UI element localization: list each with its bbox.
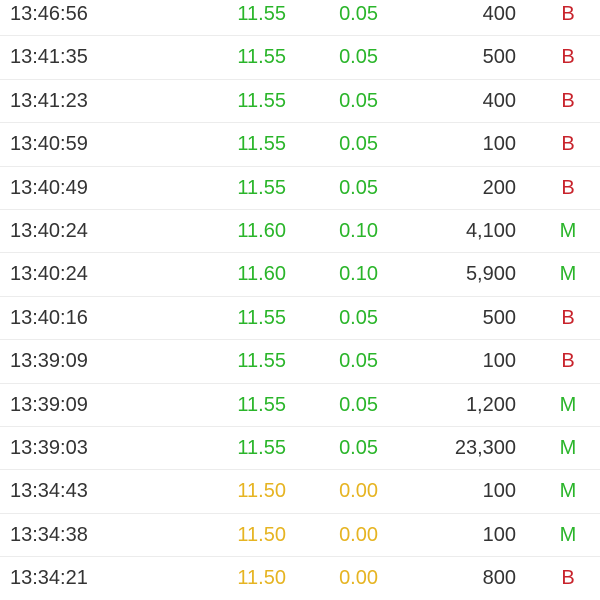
trade-volume: 400	[482, 3, 516, 25]
trade-row[interactable]: 13:40:59 11.55 0.05 100 B	[0, 123, 600, 167]
trade-time: 13:39:09	[10, 350, 88, 373]
trade-change: 0.05	[339, 3, 378, 25]
trade-side-indicator: B	[561, 176, 575, 199]
trade-change: 0.05	[339, 393, 378, 416]
trade-price: 11.50	[237, 523, 286, 546]
trade-row[interactable]: 13:34:38 11.50 0.00 100 M	[0, 514, 600, 558]
trade-time: 13:39:03	[10, 437, 88, 459]
trade-row[interactable]: 13:40:16 11.55 0.05 500 B	[0, 297, 600, 341]
trade-side-indicator: M	[559, 523, 577, 546]
trade-volume: 800	[482, 567, 516, 590]
trade-side-indicator: M	[559, 220, 577, 242]
trade-volume: 100	[482, 350, 516, 373]
trade-row[interactable]: 13:34:21 11.50 0.00 800 B	[0, 557, 600, 600]
trade-price: 11.55	[237, 350, 286, 373]
trade-time: 13:40:24	[10, 220, 88, 242]
trade-volume: 100	[482, 480, 516, 503]
trade-time: 13:40:49	[10, 176, 88, 199]
trade-price: 11.55	[237, 437, 286, 459]
trade-price: 11.60	[237, 220, 286, 242]
trade-row[interactable]: 13:40:49 11.55 0.05 200 B	[0, 167, 600, 210]
trade-side-indicator: B	[561, 567, 575, 590]
trade-row[interactable]: 13:40:24 11.60 0.10 4,100 M	[0, 210, 600, 254]
trade-change: 0.00	[339, 523, 378, 546]
trade-side-indicator: B	[561, 89, 575, 112]
trade-side-indicator: M	[559, 393, 577, 416]
trade-change: 0.05	[339, 350, 378, 373]
trade-time: 13:41:23	[10, 89, 88, 112]
trade-row[interactable]: 13:39:03 11.55 0.05 23,300 M	[0, 427, 600, 471]
trade-row[interactable]: 13:41:35 11.55 0.05 500 B	[0, 36, 600, 80]
trade-volume: 500	[482, 46, 516, 69]
trade-price: 11.55	[237, 3, 286, 25]
trade-row[interactable]: 13:46:56 11.55 0.05 400 B	[0, 0, 600, 37]
trade-change: 0.05	[339, 46, 378, 69]
trade-side-indicator: M	[559, 263, 577, 286]
trade-price: 11.55	[237, 393, 286, 416]
trade-time: 13:34:21	[10, 567, 88, 590]
trade-time: 13:34:43	[10, 480, 88, 503]
trade-change: 0.05	[339, 306, 378, 329]
trade-row[interactable]: 13:39:09 11.55 0.05 100 B	[0, 340, 600, 384]
trade-change: 0.00	[339, 480, 378, 503]
trade-price: 11.50	[237, 480, 286, 503]
trade-time: 13:40:59	[10, 133, 88, 156]
trade-time: 13:46:56	[10, 3, 88, 25]
trade-change: 0.10	[339, 220, 378, 242]
trade-price: 11.55	[237, 46, 286, 69]
trade-volume: 1,200	[465, 393, 516, 416]
trade-change: 0.10	[339, 263, 378, 286]
trade-row[interactable]: 13:39:09 11.55 0.05 1,200 M	[0, 384, 600, 427]
trade-change: 0.05	[339, 133, 378, 156]
trade-volume: 100	[482, 133, 516, 156]
trade-price: 11.55	[237, 89, 286, 112]
trade-change: 0.05	[339, 176, 378, 199]
trade-volume: 200	[482, 176, 516, 199]
trade-price: 11.55	[237, 176, 286, 199]
trade-time: 13:41:35	[10, 46, 88, 69]
trade-volume: 400	[482, 89, 516, 112]
trade-change: 0.00	[339, 567, 378, 590]
trade-side-indicator: B	[561, 306, 575, 329]
trade-time: 13:34:38	[10, 523, 88, 546]
trade-volume: 5,900	[465, 263, 516, 286]
trade-side-indicator: M	[559, 480, 577, 503]
trade-price: 11.55	[237, 306, 286, 329]
trade-price: 11.55	[237, 133, 286, 156]
trade-side-indicator: B	[561, 133, 575, 156]
trade-side-indicator: B	[561, 350, 575, 373]
trade-volume: 100	[482, 523, 516, 546]
trade-time: 13:39:09	[10, 393, 88, 416]
trade-volume: 23,300	[454, 437, 516, 459]
trade-row[interactable]: 13:40:24 11.60 0.10 5,900 M	[0, 253, 600, 297]
trade-price: 11.50	[237, 567, 286, 590]
trade-ticker-list[interactable]: 13:46:56 11.55 0.05 400 B 13:41:35 11.55 0.05 50…	[0, 0, 600, 600]
trade-side-indicator: B	[561, 46, 575, 69]
trade-side-indicator: M	[559, 437, 577, 459]
trade-row[interactable]: 13:41:23 11.55 0.05 400 B	[0, 80, 600, 124]
trade-time: 13:40:16	[10, 306, 88, 329]
trade-change: 0.05	[339, 437, 378, 459]
trade-volume: 4,100	[465, 220, 516, 242]
trade-volume: 500	[482, 306, 516, 329]
trade-time: 13:40:24	[10, 263, 88, 286]
trade-row[interactable]: 13:34:43 11.50 0.00 100 M	[0, 470, 600, 514]
trade-price: 11.60	[237, 263, 286, 286]
trade-change: 0.05	[339, 89, 378, 112]
trade-side-indicator: B	[561, 3, 575, 25]
